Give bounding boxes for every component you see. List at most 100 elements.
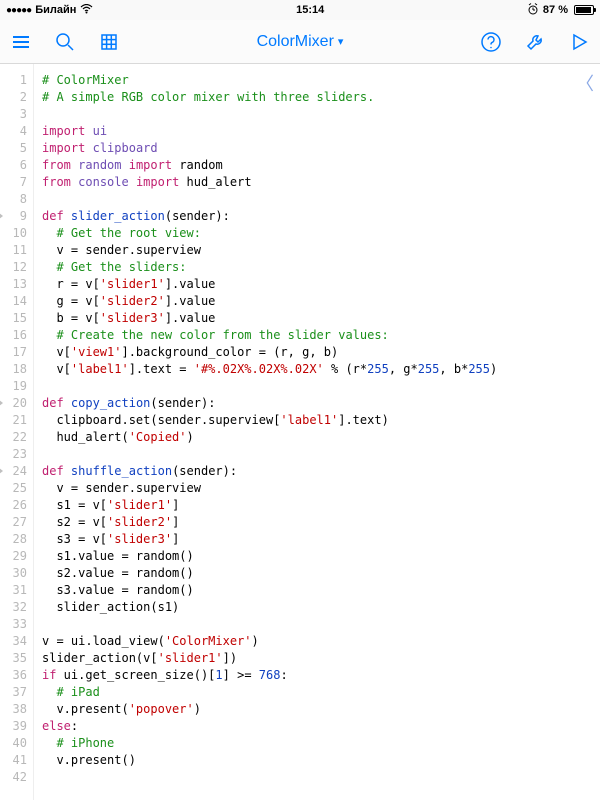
battery-percent: 87 % — [543, 4, 568, 16]
code-line[interactable]: v = sender.superview — [42, 480, 592, 497]
line-number: 28 — [0, 531, 27, 548]
code-line[interactable]: def copy_action(sender): — [42, 395, 592, 412]
code-line[interactable]: s2.value = random() — [42, 565, 592, 582]
carrier-label: Билайн — [35, 4, 76, 16]
line-number: 40 — [0, 735, 27, 752]
battery-icon — [574, 5, 594, 15]
signal-dots-icon: ●●●●● — [6, 5, 31, 16]
code-line[interactable]: clipboard.set(sender.superview['label1']… — [42, 412, 592, 429]
line-number: 31 — [0, 582, 27, 599]
line-number: 2 — [0, 89, 27, 106]
title-label: ColorMixer — [257, 33, 334, 51]
line-number: 30 — [0, 565, 27, 582]
code-line[interactable]: import clipboard — [42, 140, 592, 157]
code-line[interactable]: s1.value = random() — [42, 548, 592, 565]
line-number: 20 — [0, 395, 27, 412]
code-line[interactable]: if ui.get_screen_size()[1] >= 768: — [42, 667, 592, 684]
code-line[interactable]: from console import hud_alert — [42, 174, 592, 191]
code-line[interactable]: slider_action(s1) — [42, 599, 592, 616]
line-number: 11 — [0, 242, 27, 259]
line-number: 14 — [0, 293, 27, 310]
code-line[interactable]: v.present() — [42, 752, 592, 769]
line-number: 10 — [0, 225, 27, 242]
back-chevron-icon[interactable]: 〈 — [576, 70, 594, 96]
code-line[interactable]: # Create the new color from the slider v… — [42, 327, 592, 344]
line-gutter: 1234567891011121314151617181920212223242… — [0, 64, 34, 800]
code-line[interactable]: # Get the root view: — [42, 225, 592, 242]
code-line[interactable]: v = ui.load_view('ColorMixer') — [42, 633, 592, 650]
line-number: 24 — [0, 463, 27, 480]
line-number: 4 — [0, 123, 27, 140]
code-line[interactable]: s2 = v['slider2'] — [42, 514, 592, 531]
line-number: 16 — [0, 327, 27, 344]
line-number: 3 — [0, 106, 27, 123]
line-number: 42 — [0, 769, 27, 786]
code-line[interactable] — [42, 446, 592, 463]
help-icon[interactable] — [480, 31, 502, 53]
grid-icon[interactable] — [98, 31, 120, 53]
line-number: 34 — [0, 633, 27, 650]
status-time: 15:14 — [296, 4, 324, 16]
code-line[interactable]: s3.value = random() — [42, 582, 592, 599]
line-number: 22 — [0, 429, 27, 446]
code-line[interactable]: b = v['slider3'].value — [42, 310, 592, 327]
code-line[interactable]: else: — [42, 718, 592, 735]
line-number: 13 — [0, 276, 27, 293]
line-number: 8 — [0, 191, 27, 208]
code-line[interactable] — [42, 106, 592, 123]
alarm-icon — [527, 3, 539, 18]
code-line[interactable]: import ui — [42, 123, 592, 140]
code-line[interactable]: # ColorMixer — [42, 72, 592, 89]
title-dropdown[interactable]: ColorMixer ▾ — [257, 33, 344, 51]
line-number: 21 — [0, 412, 27, 429]
code-line[interactable]: def shuffle_action(sender): — [42, 463, 592, 480]
line-number: 17 — [0, 344, 27, 361]
line-number: 6 — [0, 157, 27, 174]
code-line[interactable]: s1 = v['slider1'] — [42, 497, 592, 514]
code-line[interactable] — [42, 769, 592, 786]
wrench-icon[interactable] — [524, 31, 546, 53]
line-number: 18 — [0, 361, 27, 378]
code-line[interactable]: from random import random — [42, 157, 592, 174]
line-number: 9 — [0, 208, 27, 225]
code-content[interactable]: # ColorMixer# A simple RGB color mixer w… — [34, 64, 600, 800]
code-line[interactable]: # A simple RGB color mixer with three sl… — [42, 89, 592, 106]
code-line[interactable]: # Get the sliders: — [42, 259, 592, 276]
code-line[interactable]: # iPhone — [42, 735, 592, 752]
search-icon[interactable] — [54, 31, 76, 53]
line-number: 25 — [0, 480, 27, 497]
status-bar: ●●●●● Билайн 15:14 87 % — [0, 0, 600, 20]
code-line[interactable]: v = sender.superview — [42, 242, 592, 259]
line-number: 23 — [0, 446, 27, 463]
line-number: 35 — [0, 650, 27, 667]
status-left: ●●●●● Билайн — [6, 4, 93, 17]
line-number: 26 — [0, 497, 27, 514]
code-line[interactable]: r = v['slider1'].value — [42, 276, 592, 293]
code-line[interactable] — [42, 378, 592, 395]
code-line[interactable] — [42, 616, 592, 633]
menu-icon[interactable] — [10, 31, 32, 53]
line-number: 38 — [0, 701, 27, 718]
code-line[interactable]: hud_alert('Copied') — [42, 429, 592, 446]
code-line[interactable]: s3 = v['slider3'] — [42, 531, 592, 548]
editor[interactable]: 1234567891011121314151617181920212223242… — [0, 64, 600, 800]
code-line[interactable]: # iPad — [42, 684, 592, 701]
line-number: 1 — [0, 72, 27, 89]
code-line[interactable]: g = v['slider2'].value — [42, 293, 592, 310]
code-line[interactable]: def slider_action(sender): — [42, 208, 592, 225]
wifi-icon — [80, 4, 93, 17]
line-number: 12 — [0, 259, 27, 276]
code-line[interactable]: v['view1'].background_color = (r, g, b) — [42, 344, 592, 361]
run-icon[interactable] — [568, 31, 590, 53]
line-number: 33 — [0, 616, 27, 633]
status-right: 87 % — [527, 3, 594, 18]
line-number: 19 — [0, 378, 27, 395]
code-line[interactable]: slider_action(v['slider1']) — [42, 650, 592, 667]
line-number: 15 — [0, 310, 27, 327]
code-line[interactable]: v.present('popover') — [42, 701, 592, 718]
code-line[interactable]: v['label1'].text = '#%.02X%.02X%.02X' % … — [42, 361, 592, 378]
line-number: 27 — [0, 514, 27, 531]
line-number: 36 — [0, 667, 27, 684]
line-number: 41 — [0, 752, 27, 769]
code-line[interactable] — [42, 191, 592, 208]
